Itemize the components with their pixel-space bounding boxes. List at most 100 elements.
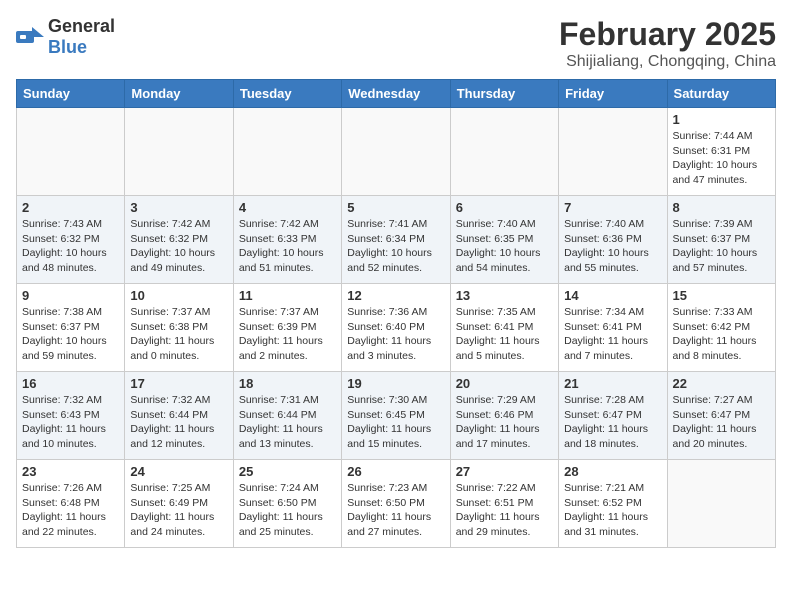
calendar-cell: 22Sunrise: 7:27 AM Sunset: 6:47 PM Dayli… — [667, 372, 775, 460]
day-number: 18 — [239, 376, 336, 391]
calendar-cell: 18 Sunrise: 7:31 AM Sunset: 6:44 PM Dayli… — [233, 372, 341, 460]
calendar-cell: 10 Sunrise: 7:37 AM Sunset: 6:38 PM Dayli… — [125, 284, 233, 372]
weekday-friday: Friday — [559, 80, 667, 108]
day-info: Sunrise: 7:30 AM Sunset: 6:45 PM Dayligh… — [347, 393, 444, 452]
calendar-table: SundayMondayTuesdayWednesdayThursdayFrid… — [16, 79, 776, 548]
location-title: Shijialiang, Chongqing, China — [559, 53, 776, 71]
calendar-cell — [559, 108, 667, 196]
calendar-cell — [450, 108, 558, 196]
calendar-cell — [125, 108, 233, 196]
day-number: 4 — [239, 200, 336, 215]
calendar-cell: 6 Sunrise: 7:40 AM Sunset: 6:35 PM Daylig… — [450, 196, 558, 284]
day-number: 23 — [22, 464, 119, 479]
calendar-cell: 15Sunrise: 7:33 AM Sunset: 6:42 PM Dayli… — [667, 284, 775, 372]
day-info: Sunrise: 7:32 AM Sunset: 6:44 PM Dayligh… — [130, 393, 227, 452]
calendar-cell: 28Sunrise: 7:21 AM Sunset: 6:52 PM Dayli… — [559, 460, 667, 548]
calendar-cell: 12 Sunrise: 7:36 AM Sunset: 6:40 PM Dayli… — [342, 284, 450, 372]
month-title: February 2025 — [559, 16, 776, 53]
calendar-cell: 23 Sunrise: 7:26 AM Sunset: 6:48 PM Dayli… — [17, 460, 125, 548]
day-number: 1 — [673, 112, 770, 127]
calendar-week-2: 9 Sunrise: 7:38 AM Sunset: 6:37 PM Daylig… — [17, 284, 776, 372]
day-number: 3 — [130, 200, 227, 215]
day-number: 28 — [564, 464, 661, 479]
day-info: Sunrise: 7:44 AM Sunset: 6:31 PM Dayligh… — [673, 129, 770, 188]
day-number: 16 — [22, 376, 119, 391]
calendar-cell: 13 Sunrise: 7:35 AM Sunset: 6:41 PM Dayli… — [450, 284, 558, 372]
day-info: Sunrise: 7:24 AM Sunset: 6:50 PM Dayligh… — [239, 481, 336, 540]
logo-general: General — [48, 16, 115, 36]
day-number: 26 — [347, 464, 444, 479]
calendar-header: SundayMondayTuesdayWednesdayThursdayFrid… — [17, 80, 776, 108]
calendar-cell: 4Sunrise: 7:42 AM Sunset: 6:33 PM Daylig… — [233, 196, 341, 284]
day-info: Sunrise: 7:32 AM Sunset: 6:43 PM Dayligh… — [22, 393, 119, 452]
day-info: Sunrise: 7:25 AM Sunset: 6:49 PM Dayligh… — [130, 481, 227, 540]
logo-text: General Blue — [48, 16, 115, 58]
page-header: General Blue February 2025 Shijialiang, … — [16, 16, 776, 71]
calendar-week-4: 23 Sunrise: 7:26 AM Sunset: 6:48 PM Dayli… — [17, 460, 776, 548]
day-number: 8 — [673, 200, 770, 215]
calendar-cell: 20 Sunrise: 7:29 AM Sunset: 6:46 PM Dayli… — [450, 372, 558, 460]
calendar-cell: 14Sunrise: 7:34 AM Sunset: 6:41 PM Dayli… — [559, 284, 667, 372]
calendar-week-1: 2Sunrise: 7:43 AM Sunset: 6:32 PM Daylig… — [17, 196, 776, 284]
calendar-cell: 11Sunrise: 7:37 AM Sunset: 6:39 PM Dayli… — [233, 284, 341, 372]
day-number: 19 — [347, 376, 444, 391]
day-info: Sunrise: 7:40 AM Sunset: 6:36 PM Dayligh… — [564, 217, 661, 276]
day-info: Sunrise: 7:39 AM Sunset: 6:37 PM Dayligh… — [673, 217, 770, 276]
calendar-cell: 8 Sunrise: 7:39 AM Sunset: 6:37 PM Daylig… — [667, 196, 775, 284]
day-number: 27 — [456, 464, 553, 479]
calendar-cell: 19 Sunrise: 7:30 AM Sunset: 6:45 PM Dayli… — [342, 372, 450, 460]
day-info: Sunrise: 7:37 AM Sunset: 6:38 PM Dayligh… — [130, 305, 227, 364]
weekday-wednesday: Wednesday — [342, 80, 450, 108]
calendar-week-0: 1 Sunrise: 7:44 AM Sunset: 6:31 PM Daylig… — [17, 108, 776, 196]
day-info: Sunrise: 7:43 AM Sunset: 6:32 PM Dayligh… — [22, 217, 119, 276]
day-number: 10 — [130, 288, 227, 303]
calendar-cell: 16 Sunrise: 7:32 AM Sunset: 6:43 PM Dayli… — [17, 372, 125, 460]
day-info: Sunrise: 7:31 AM Sunset: 6:44 PM Dayligh… — [239, 393, 336, 452]
calendar-cell — [667, 460, 775, 548]
day-info: Sunrise: 7:28 AM Sunset: 6:47 PM Dayligh… — [564, 393, 661, 452]
weekday-thursday: Thursday — [450, 80, 558, 108]
calendar-cell: 5Sunrise: 7:41 AM Sunset: 6:34 PM Daylig… — [342, 196, 450, 284]
calendar-cell: 9 Sunrise: 7:38 AM Sunset: 6:37 PM Daylig… — [17, 284, 125, 372]
day-number: 15 — [673, 288, 770, 303]
day-number: 21 — [564, 376, 661, 391]
logo-icon — [16, 27, 44, 47]
calendar-cell: 2Sunrise: 7:43 AM Sunset: 6:32 PM Daylig… — [17, 196, 125, 284]
day-info: Sunrise: 7:38 AM Sunset: 6:37 PM Dayligh… — [22, 305, 119, 364]
day-number: 6 — [456, 200, 553, 215]
day-number: 17 — [130, 376, 227, 391]
calendar-cell — [17, 108, 125, 196]
calendar-cell — [342, 108, 450, 196]
day-number: 7 — [564, 200, 661, 215]
calendar-cell: 27Sunrise: 7:22 AM Sunset: 6:51 PM Dayli… — [450, 460, 558, 548]
day-info: Sunrise: 7:42 AM Sunset: 6:32 PM Dayligh… — [130, 217, 227, 276]
day-info: Sunrise: 7:26 AM Sunset: 6:48 PM Dayligh… — [22, 481, 119, 540]
day-number: 11 — [239, 288, 336, 303]
calendar-week-3: 16 Sunrise: 7:32 AM Sunset: 6:43 PM Dayli… — [17, 372, 776, 460]
calendar-cell: 21 Sunrise: 7:28 AM Sunset: 6:47 PM Dayli… — [559, 372, 667, 460]
title-block: February 2025 Shijialiang, Chongqing, Ch… — [559, 16, 776, 71]
day-info: Sunrise: 7:36 AM Sunset: 6:40 PM Dayligh… — [347, 305, 444, 364]
day-number: 25 — [239, 464, 336, 479]
day-number: 12 — [347, 288, 444, 303]
calendar-cell: 3 Sunrise: 7:42 AM Sunset: 6:32 PM Daylig… — [125, 196, 233, 284]
day-info: Sunrise: 7:29 AM Sunset: 6:46 PM Dayligh… — [456, 393, 553, 452]
day-number: 9 — [22, 288, 119, 303]
day-number: 13 — [456, 288, 553, 303]
calendar-cell: 24Sunrise: 7:25 AM Sunset: 6:49 PM Dayli… — [125, 460, 233, 548]
calendar-cell: 26Sunrise: 7:23 AM Sunset: 6:50 PM Dayli… — [342, 460, 450, 548]
day-info: Sunrise: 7:40 AM Sunset: 6:35 PM Dayligh… — [456, 217, 553, 276]
calendar-cell: 1 Sunrise: 7:44 AM Sunset: 6:31 PM Daylig… — [667, 108, 775, 196]
day-info: Sunrise: 7:34 AM Sunset: 6:41 PM Dayligh… — [564, 305, 661, 364]
calendar-cell — [233, 108, 341, 196]
day-number: 20 — [456, 376, 553, 391]
day-info: Sunrise: 7:35 AM Sunset: 6:41 PM Dayligh… — [456, 305, 553, 364]
weekday-saturday: Saturday — [667, 80, 775, 108]
calendar-cell: 7 Sunrise: 7:40 AM Sunset: 6:36 PM Daylig… — [559, 196, 667, 284]
weekday-monday: Monday — [125, 80, 233, 108]
weekday-tuesday: Tuesday — [233, 80, 341, 108]
logo: General Blue — [16, 16, 115, 58]
calendar-body: 1 Sunrise: 7:44 AM Sunset: 6:31 PM Daylig… — [17, 108, 776, 548]
calendar-cell: 25 Sunrise: 7:24 AM Sunset: 6:50 PM Dayli… — [233, 460, 341, 548]
day-number: 22 — [673, 376, 770, 391]
